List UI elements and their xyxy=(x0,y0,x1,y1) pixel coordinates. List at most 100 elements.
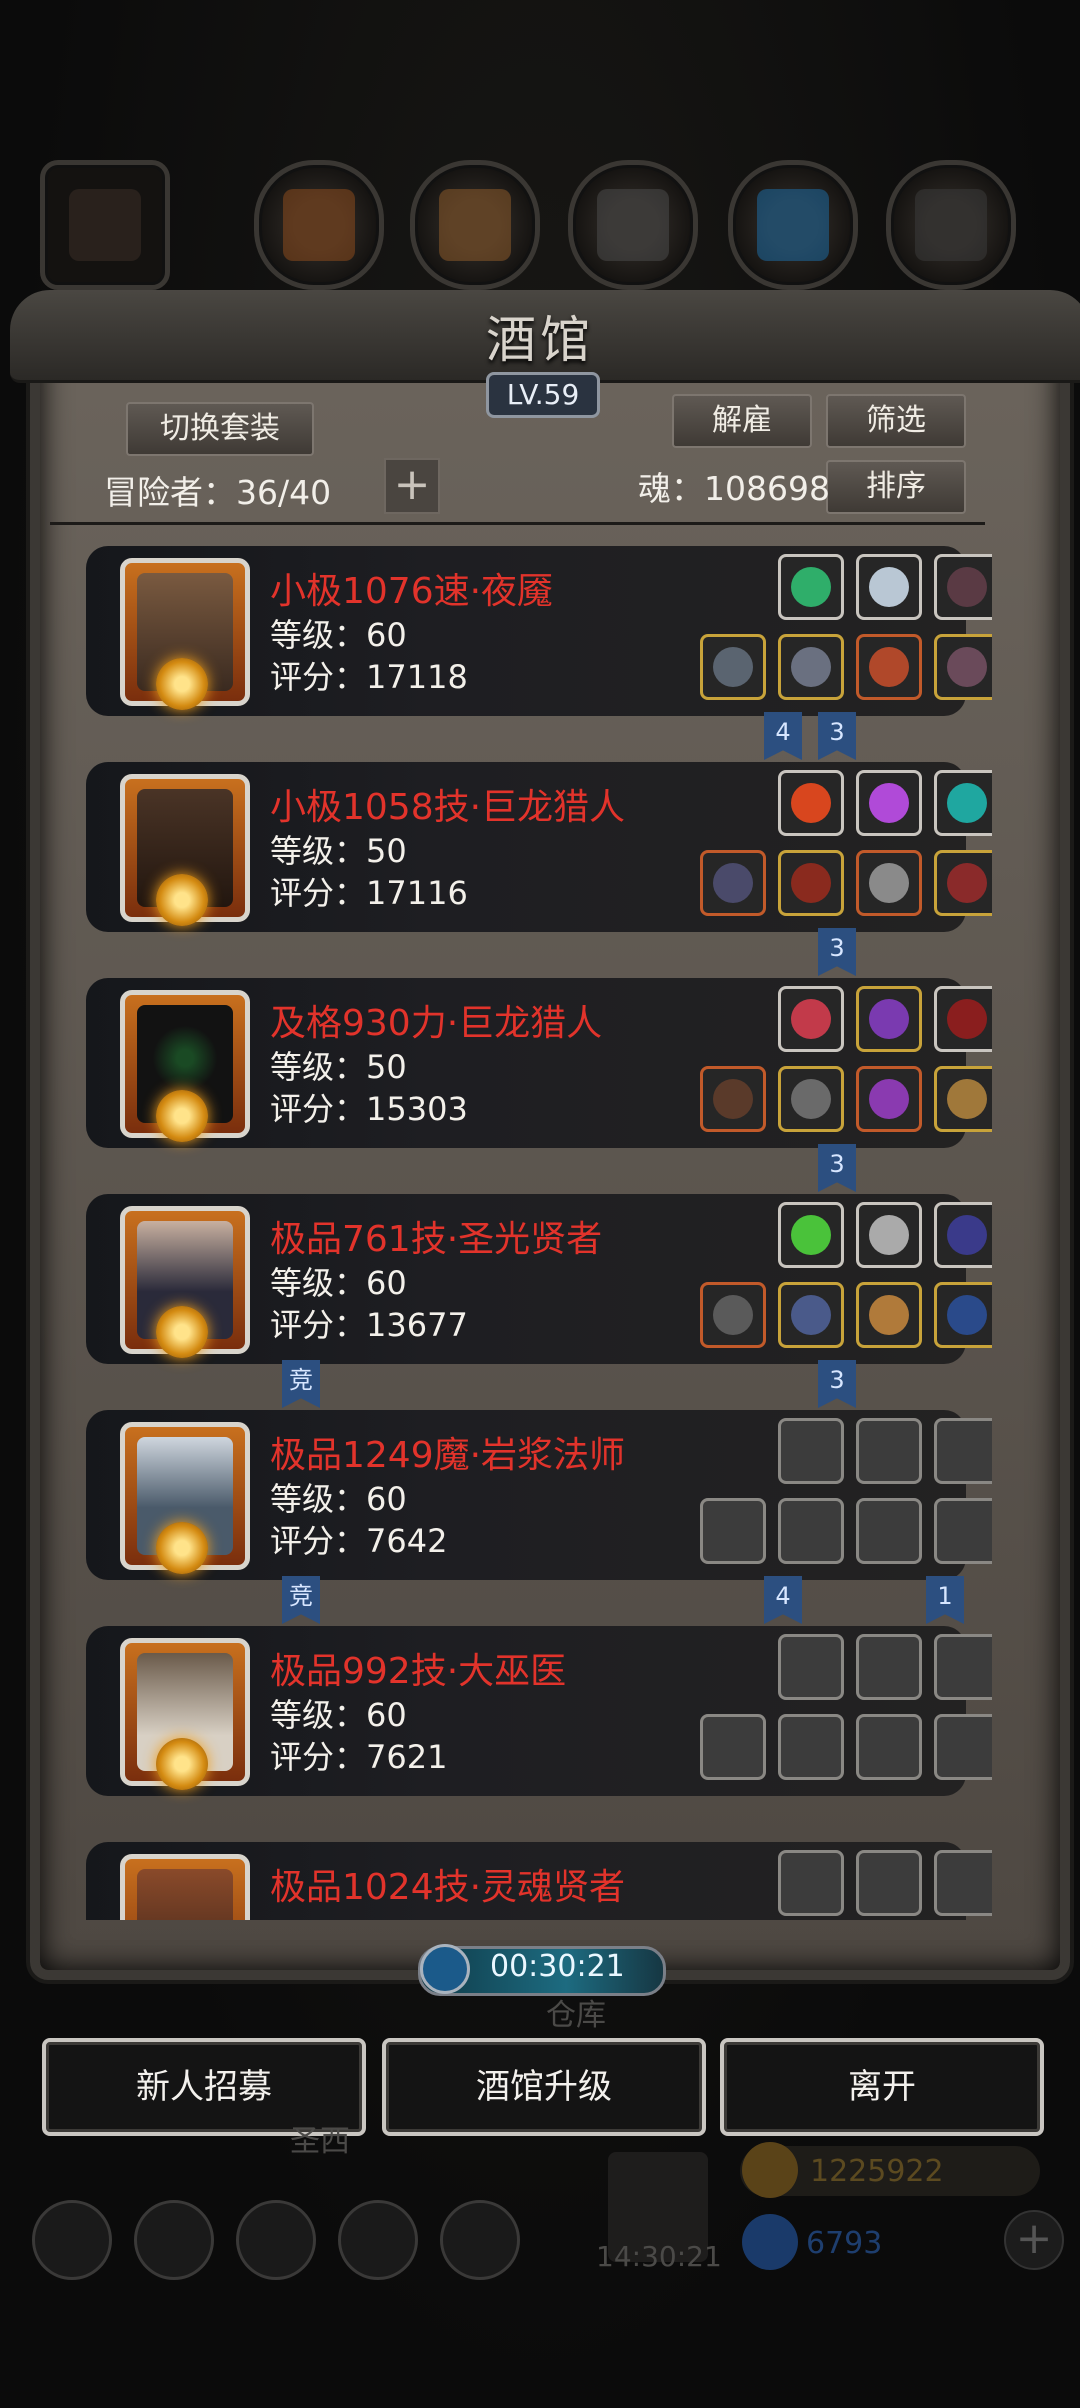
empty-hourglass-slot-icon[interactable] xyxy=(934,1634,992,1700)
gift-timer: 14:30:21 xyxy=(596,2240,722,2273)
achievement-icon[interactable] xyxy=(134,2200,214,2280)
rifle-icon[interactable] xyxy=(700,1066,766,1132)
hero-card[interactable]: 小极1058技·巨龙猎人 等级：50 评分：17116 xyxy=(86,756,992,936)
hero-portrait[interactable] xyxy=(120,1854,250,1920)
hero-card[interactable]: 极品1249魔·岩浆法师 等级：60 评分：7642 xyxy=(86,1404,992,1584)
bracer-icon[interactable] xyxy=(934,1066,992,1132)
medal-icon xyxy=(156,1738,208,1790)
empty-weapon-slot-icon[interactable] xyxy=(700,1498,766,1564)
empty-ring-slot-icon[interactable] xyxy=(934,1498,992,1564)
enhance-ribbon: 4 xyxy=(764,1576,802,1624)
dismiss-button[interactable]: 解雇 xyxy=(672,394,812,448)
hero-card[interactable]: 极品1024技·灵魂贤者 xyxy=(86,1836,992,1920)
tavern-level-badge: LV.59 xyxy=(486,372,600,418)
glove-icon[interactable] xyxy=(934,634,992,700)
armor-icon[interactable] xyxy=(778,1282,844,1348)
hero-card[interactable]: 小极1076速·夜魇 等级：60 评分：17118 xyxy=(86,540,992,720)
crystal-resource-icon[interactable] xyxy=(728,160,858,290)
settings-icon[interactable] xyxy=(32,2200,112,2280)
empty-ring-slot-icon[interactable] xyxy=(856,1714,922,1780)
empty-ring-slot-icon[interactable] xyxy=(934,1714,992,1780)
switch-outfit-button[interactable]: 切换套装 xyxy=(126,402,314,456)
hero-name: 及格930力·巨龙猎人 xyxy=(270,1003,603,1044)
potion-icon[interactable] xyxy=(934,1202,992,1268)
hero-name: 极品1024技·灵魂贤者 xyxy=(270,1867,626,1908)
upgrade-tavern-button[interactable]: 酒馆升级 xyxy=(382,2038,706,2136)
empty-hourglass-slot-icon[interactable] xyxy=(856,1634,922,1700)
soul-count: 魂：108698 xyxy=(638,469,830,508)
hero-level: 等级：50 xyxy=(270,832,407,870)
crest-icon[interactable] xyxy=(856,986,922,1052)
medal-icon xyxy=(156,1090,208,1142)
silver-ring-icon[interactable] xyxy=(856,554,922,620)
empty-hourglass-slot-icon[interactable] xyxy=(856,1418,922,1484)
empty-flame-slot-icon[interactable] xyxy=(778,1418,844,1484)
plus-icon[interactable]: + xyxy=(384,458,440,514)
empty-hourglass-slot-icon[interactable] xyxy=(856,1850,922,1916)
top-resource-bar xyxy=(36,160,1044,310)
mace-icon[interactable] xyxy=(700,1282,766,1348)
empty-ring-slot-icon[interactable] xyxy=(856,1498,922,1564)
hero-level: 等级：60 xyxy=(270,1696,407,1734)
empty-armor-slot-icon[interactable] xyxy=(778,1498,844,1564)
hero-card[interactable]: 及格930力·巨龙猎人 等级：50 评分：15303 xyxy=(86,972,992,1152)
ore-resource-icon[interactable] xyxy=(254,160,384,290)
armor-icon[interactable] xyxy=(778,850,844,916)
enhance-ribbon: 3 xyxy=(818,928,856,976)
west-label: 圣西 xyxy=(290,2124,350,2159)
leave-button[interactable]: 离开 xyxy=(720,2038,1044,2136)
fire-orb-icon[interactable] xyxy=(778,770,844,836)
feather-icon[interactable] xyxy=(934,554,992,620)
cloak-icon[interactable] xyxy=(856,1202,922,1268)
timer-text: 00:30:21 xyxy=(490,1949,625,1984)
hero-score: 评分：13677 xyxy=(270,1306,468,1344)
gauntlet-icon[interactable] xyxy=(934,850,992,916)
purple-gem-icon[interactable] xyxy=(856,770,922,836)
bangle-icon[interactable] xyxy=(856,1282,922,1348)
empty-armor-slot-icon[interactable] xyxy=(778,1714,844,1780)
armor-icon[interactable] xyxy=(778,634,844,700)
enhance-ribbon: 3 xyxy=(818,712,856,760)
spear-icon[interactable] xyxy=(700,634,766,700)
vortex-icon[interactable] xyxy=(934,986,992,1052)
helmet-icon[interactable] xyxy=(856,1066,922,1132)
empty-weapon-slot-icon[interactable] xyxy=(700,1714,766,1780)
medal-icon xyxy=(156,1306,208,1358)
arena-ribbon: 竞 xyxy=(282,1360,320,1408)
guild-icon[interactable] xyxy=(236,2200,316,2280)
hero-card[interactable]: 极品761技·圣光贤者 等级：60 评分：13677 xyxy=(86,1188,992,1368)
hero-card[interactable]: 极品992技·大巫医 等级：60 评分：7621 xyxy=(86,1620,992,1800)
necklace-icon[interactable] xyxy=(934,1282,992,1348)
sort-button[interactable]: 排序 xyxy=(826,460,966,514)
hero-level: 等级：50 xyxy=(270,1048,407,1086)
mail-icon[interactable] xyxy=(338,2200,418,2280)
filter-button[interactable]: 筛选 xyxy=(826,394,966,448)
wood-resource-icon[interactable] xyxy=(410,160,540,290)
empty-hourglass-slot-icon[interactable] xyxy=(934,1418,992,1484)
dragon-emblem-icon[interactable] xyxy=(40,160,170,290)
armor-icon[interactable] xyxy=(778,1066,844,1132)
amulet-icon[interactable] xyxy=(856,634,922,700)
empty-hourglass-slot-icon[interactable] xyxy=(934,1850,992,1916)
adventurer-count: 冒险者：36/40 xyxy=(104,473,332,512)
crossbow-icon[interactable] xyxy=(700,850,766,916)
gold-coin-icon xyxy=(742,2142,798,2198)
add-currency-icon[interactable]: + xyxy=(1004,2210,1064,2270)
iron-resource-icon[interactable] xyxy=(886,160,1016,290)
hero-list[interactable]: 小极1076速·夜魇 等级：60 评分：17118 4 3 小极1058技·巨龙… xyxy=(52,540,992,1920)
teal-stone-icon[interactable] xyxy=(934,770,992,836)
helmet-icon[interactable] xyxy=(856,850,922,916)
red-rune-icon[interactable] xyxy=(778,986,844,1052)
hero-level: 等级：60 xyxy=(270,616,407,654)
warehouse-label: 仓库 xyxy=(546,1998,606,2033)
hero-score: 评分：17116 xyxy=(270,874,468,912)
emerald-accessory-icon[interactable] xyxy=(778,554,844,620)
dice-icon[interactable] xyxy=(440,2200,520,2280)
empty-flame-slot-icon[interactable] xyxy=(778,1850,844,1916)
empty-flame-slot-icon[interactable] xyxy=(778,1634,844,1700)
green-flame-icon[interactable] xyxy=(778,1202,844,1268)
header-divider xyxy=(50,522,985,525)
metal-resource-icon[interactable] xyxy=(568,160,698,290)
hero-name: 极品1249魔·岩浆法师 xyxy=(270,1435,626,1476)
hero-name: 极品761技·圣光贤者 xyxy=(270,1219,603,1260)
